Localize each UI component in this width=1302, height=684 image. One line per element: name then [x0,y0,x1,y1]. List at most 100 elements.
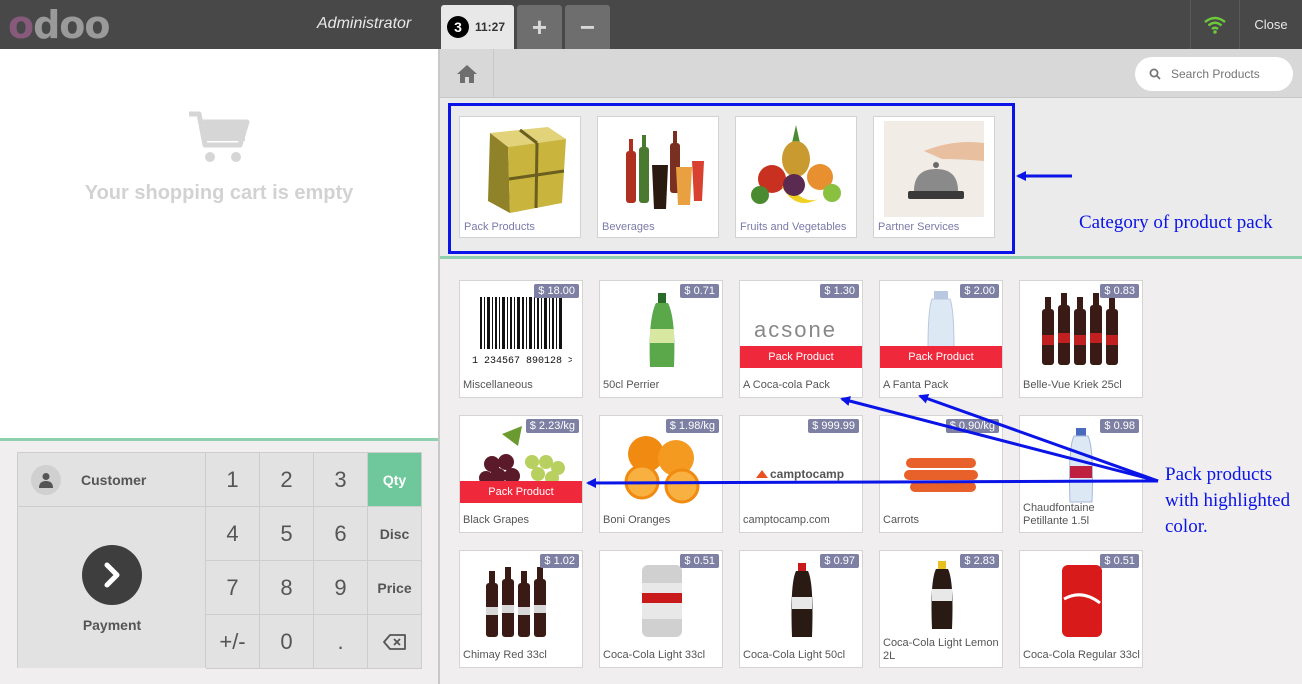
pack-product-badge: Pack Product [460,481,582,503]
fruits-image [751,125,841,204]
top-bar: o doo Administrator 3 11:27 + − Close [0,0,1302,49]
odoo-logo: o doo [8,3,111,47]
price-tag: $ 0.98 [1100,419,1139,433]
numpad-key-6[interactable]: 6 [314,507,368,561]
wifi-icon[interactable] [1190,0,1239,49]
payment-label: Payment [82,617,142,633]
backspace-button[interactable] [368,615,422,669]
order-time: 11:27 [475,20,506,34]
search-box[interactable] [1135,57,1293,91]
category-label: Pack Products [464,221,535,233]
carrots-image [904,458,978,492]
beer-bottles-image [486,567,546,637]
product-card[interactable]: Pack Product $ 2.00 A Fanta Pack [879,280,1003,398]
soda-can-image [1062,565,1102,637]
product-name: Coca-Cola Light 50cl [743,649,846,661]
mode-disc-button[interactable]: Disc [368,507,422,561]
category-label: Partner Services [878,221,960,233]
home-icon [456,64,477,83]
close-button[interactable]: Close [1239,0,1302,49]
product-card[interactable]: acsone Pack Product $ 1.30 A Coca-cola P… [739,280,863,398]
svg-text:1 234567 890128 >: 1 234567 890128 > [472,356,572,367]
product-card[interactable]: $ 0.83 Belle-Vue Kriek 25cl [1019,280,1143,398]
product-card[interactable]: $ 0.51 Coca-Cola Regular 33cl [1019,550,1143,668]
price-tag: $ 2.83 [960,554,999,568]
price-tag: $ 0.90/kg [945,419,999,433]
numpad-key-8[interactable]: 8 [260,561,314,615]
water-bottle-image [1069,428,1093,503]
category-partner-services[interactable]: Partner Services [873,116,995,238]
search-icon [1149,68,1161,80]
home-category-button[interactable] [440,49,494,98]
price-tag: $ 1.98/kg [665,419,719,433]
mode-price-button[interactable]: Price [368,561,422,615]
remove-order-button[interactable]: − [565,5,610,49]
product-card[interactable]: camptocamp $ 999.99 camptocamp.com [739,415,863,533]
price-tag: $ 2.00 [960,284,999,298]
product-card[interactable]: $ 0.90/kg Carrots [879,415,1003,533]
numpad-key-7[interactable]: 7 [206,561,260,615]
chevron-right-icon [82,545,142,605]
pack-box-image [488,127,566,213]
category-pack-products[interactable]: Pack Products [459,116,581,238]
soda-bottle-image [931,561,953,629]
numpad-key-9[interactable]: 9 [314,561,368,615]
numpad-key-dot[interactable]: . [314,615,368,669]
right-panel: Pack Products Beverages [440,49,1302,684]
product-name: Coca-Cola Light Lemon 2L [883,637,999,662]
left-panel: Your shopping cart is empty Customer Pay… [0,49,440,684]
numpad-panel: Customer Payment 1 2 3 Qty 4 5 6 Disc 7 … [17,452,422,669]
price-tag: $ 1.30 [820,284,859,298]
price-tag: $ 0.51 [680,554,719,568]
product-card[interactable]: $ 2.83 Coca-Cola Light Lemon 2L [879,550,1003,668]
category-beverages[interactable]: Beverages [597,116,719,238]
pack-product-badge: Pack Product [880,346,1002,368]
numpad-key-0[interactable]: 0 [260,615,314,669]
category-area: Pack Products Beverages Fruits and Veget… [440,98,1302,259]
product-card[interactable]: 1 234567 890128 > $ 18.00 Miscellaneous [459,280,583,398]
product-name: Chimay Red 33cl [463,649,547,661]
user-name: Administrator [317,15,412,32]
search-input[interactable] [1171,67,1281,81]
add-order-button[interactable]: + [517,5,562,49]
product-name: A Coca-cola Pack [743,379,830,391]
pack-annotation-line: Pack products [1165,464,1273,485]
product-card[interactable]: $ 0.71 50cl Perrier [599,280,723,398]
product-name: A Fanta Pack [883,379,949,391]
order-tab[interactable]: 3 11:27 [441,5,514,49]
product-grid: 1 234567 890128 > $ 18.00 Miscellaneous … [440,262,1302,684]
numpad-key-2[interactable]: 2 [260,453,314,507]
numpad-key-5[interactable]: 5 [260,507,314,561]
numpad-key-1[interactable]: 1 [206,453,260,507]
numpad-key-4[interactable]: 4 [206,507,260,561]
beverages-image [626,131,704,209]
numpad-key-plus-minus[interactable]: +/- [206,615,260,669]
numpad-key-3[interactable]: 3 [314,453,368,507]
svg-text:acsone: acsone [754,317,837,342]
product-card[interactable]: $ 0.51 Coca-Cola Light 33cl [599,550,723,668]
empty-cart-message: Your shopping cart is empty [84,182,354,204]
category-fruits-vegetables[interactable]: Fruits and Vegetables [735,116,857,238]
products-header [440,49,1302,98]
pos-screen: o doo Administrator 3 11:27 + − Close Yo… [0,0,1302,684]
product-name: Chaudfontaine Petillante 1.5l [1023,502,1095,527]
price-tag: $ 0.71 [680,284,719,298]
pack-product-badge: Pack Product [740,346,862,368]
perrier-bottle-image [649,293,675,367]
mode-qty-button[interactable]: Qty [368,453,422,507]
customer-label: Customer [81,471,147,488]
product-card[interactable]: $ 1.98/kg Boni Oranges [599,415,723,533]
product-card[interactable]: Pack Product $ 2.23/kg Black Grapes [459,415,583,533]
category-label: Beverages [602,221,655,233]
product-name: Boni Oranges [603,514,671,526]
product-name: Black Grapes [463,514,530,526]
pack-annotation-line: color. [1165,516,1208,537]
customer-button[interactable]: Customer [18,453,206,507]
product-card[interactable]: $ 0.97 Coca-Cola Light 50cl [739,550,863,668]
payment-button[interactable]: Payment [18,507,206,668]
product-card[interactable]: $ 1.02 Chimay Red 33cl [459,550,583,668]
oranges-image [624,436,700,504]
product-name: Belle-Vue Kriek 25cl [1023,379,1122,391]
product-card[interactable]: $ 0.98 Chaudfontaine Petillante 1.5l [1019,415,1143,533]
category-label: Fruits and Vegetables [740,221,847,233]
